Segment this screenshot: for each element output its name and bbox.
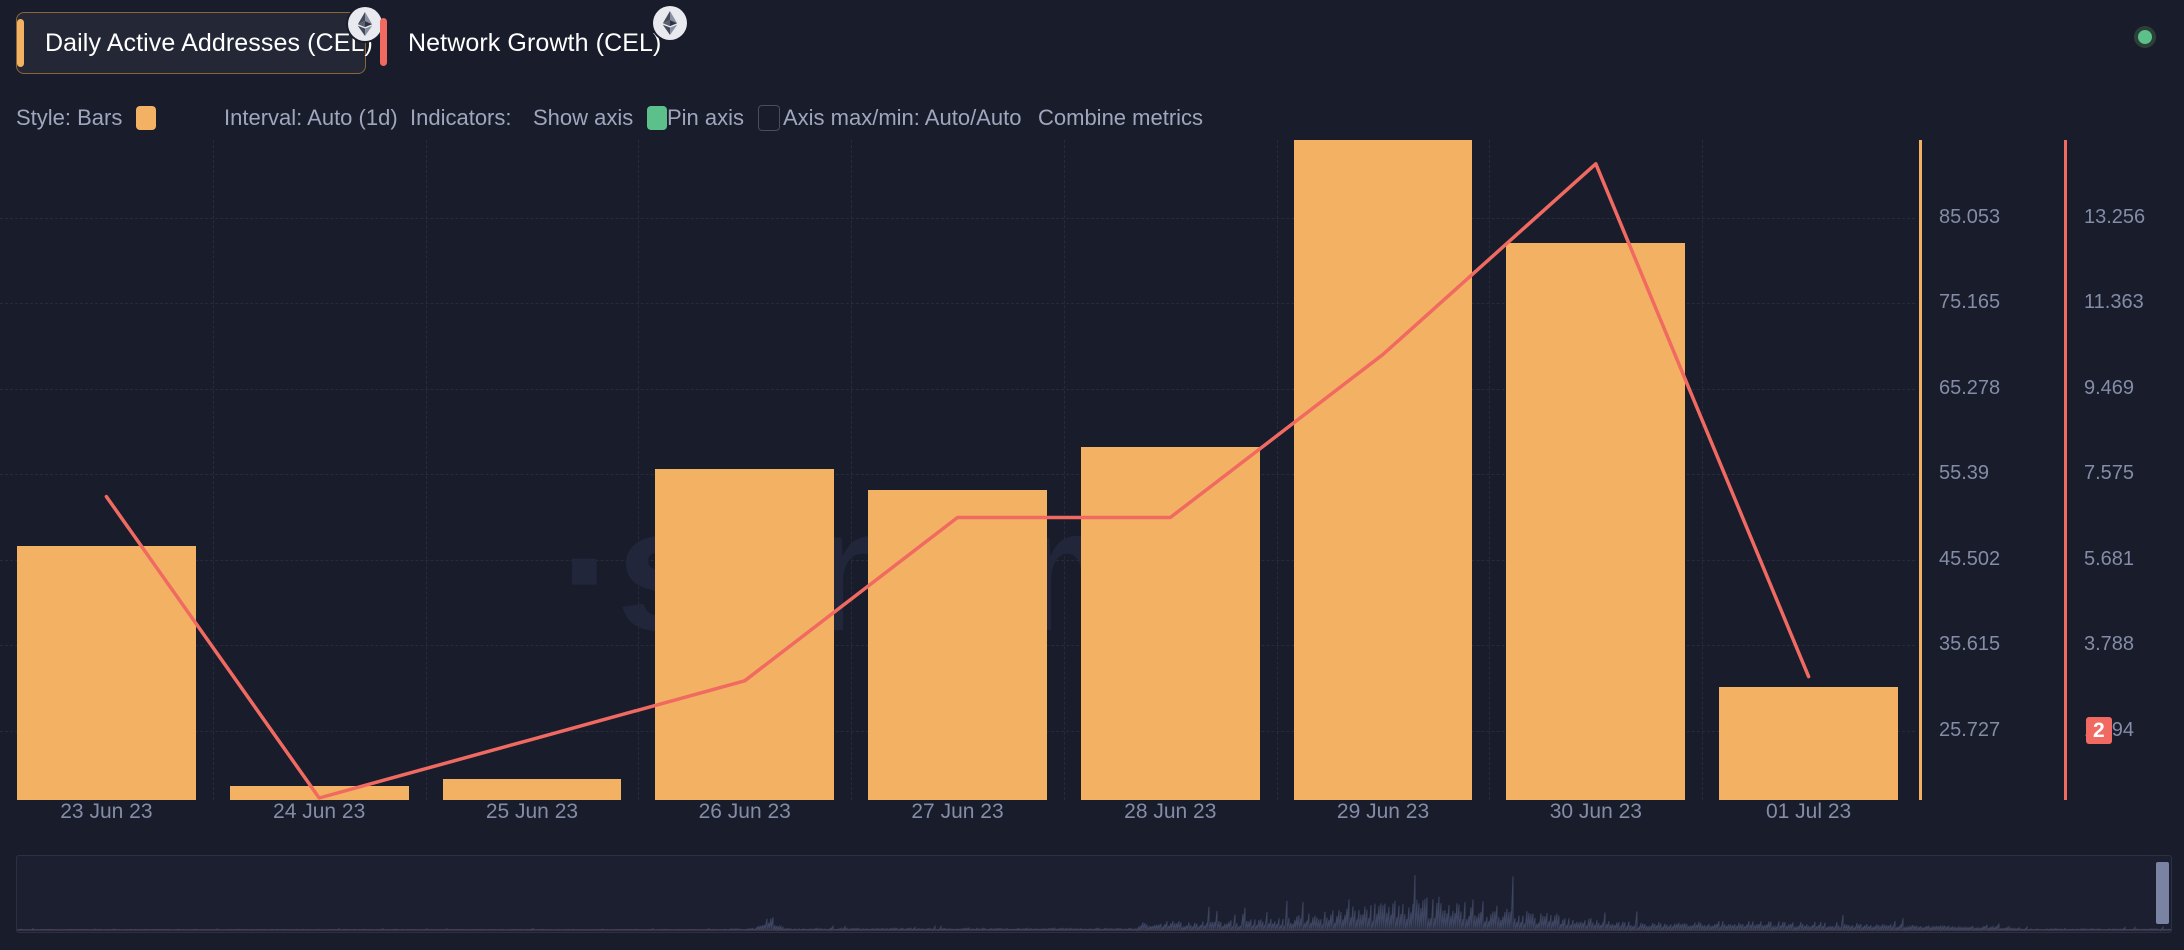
x-axis-tick-label: 24 Jun 23 bbox=[273, 800, 365, 824]
axis-tick-label: 55.39 bbox=[1939, 462, 1989, 485]
control-style[interactable]: Style: Bars bbox=[16, 96, 156, 140]
control-interval-label: Interval: Auto (1d) bbox=[224, 105, 398, 131]
status-dot-core bbox=[2138, 30, 2152, 44]
axis-tick-label: 94.94 bbox=[1939, 140, 1989, 143]
metric-tab-label: Daily Active Addresses (CEL) bbox=[17, 29, 373, 58]
x-axis-tick-label: 27 Jun 23 bbox=[911, 800, 1003, 824]
ethereum-icon bbox=[348, 7, 382, 41]
range-navigator[interactable] bbox=[16, 855, 2172, 933]
metric-tab-network-growth[interactable]: Network Growth (CEL) bbox=[380, 12, 670, 74]
axis-tick-label: 65.278 bbox=[1939, 377, 2000, 400]
control-combine-metrics-label: Combine metrics bbox=[1038, 105, 1203, 131]
control-show-axis-label: Show axis bbox=[533, 105, 633, 131]
current-value-badge-network-growth: 2 bbox=[2086, 717, 2112, 744]
x-axis-tick-label: 25 Jun 23 bbox=[486, 800, 578, 824]
x-axis-tick-label: 30 Jun 23 bbox=[1550, 800, 1642, 824]
x-axis-tick-label: 28 Jun 23 bbox=[1124, 800, 1216, 824]
control-axis-range[interactable]: Axis max/min: Auto/Auto bbox=[783, 96, 1021, 140]
control-combine-metrics[interactable]: Combine metrics bbox=[1038, 96, 1203, 140]
control-indicators-label: Indicators: bbox=[410, 105, 512, 131]
online-status-dot bbox=[2134, 26, 2156, 48]
metric-tab-label: Network Growth (CEL) bbox=[380, 29, 661, 58]
control-axis-range-label: Axis max/min: Auto/Auto bbox=[783, 105, 1021, 131]
control-interval[interactable]: Interval: Auto (1d) bbox=[224, 96, 398, 140]
axis-tick-label: 11.363 bbox=[2084, 291, 2144, 314]
navigator-history-path bbox=[17, 875, 2171, 930]
axis-tick-label: 9.469 bbox=[2084, 377, 2134, 400]
x-axis-tick-label: 29 Jun 23 bbox=[1337, 800, 1429, 824]
show-axis-toggle-swatch[interactable] bbox=[647, 106, 667, 130]
metric-tab-bar: Daily Active Addresses (CEL) Network Gro… bbox=[0, 0, 2184, 78]
axis-tick-label: 13.256 bbox=[2084, 206, 2145, 229]
metric-color-accent bbox=[17, 19, 24, 67]
control-show-axis[interactable]: Show axis bbox=[533, 96, 667, 140]
control-pin-axis-label: Pin axis bbox=[667, 105, 744, 131]
axis-tick-label: 15.15 bbox=[2084, 140, 2134, 143]
ethereum-icon bbox=[653, 6, 687, 40]
metric-color-accent bbox=[380, 18, 387, 66]
chart-controls-bar: Style: Bars Interval: Auto (1d) Indicato… bbox=[0, 96, 2184, 140]
axis-tick-label: 75.165 bbox=[1939, 291, 2000, 314]
pin-axis-checkbox[interactable] bbox=[758, 105, 780, 131]
x-axis-tick-label: 26 Jun 23 bbox=[699, 800, 791, 824]
control-style-label: Style: Bars bbox=[16, 105, 122, 131]
right-metric-axis-line bbox=[2064, 140, 2067, 800]
range-selector-handle[interactable] bbox=[2156, 862, 2169, 924]
axis-tick-label: 45.502 bbox=[1939, 548, 2000, 571]
x-axis-tick-label: 23 Jun 23 bbox=[60, 800, 152, 824]
control-indicators[interactable]: Indicators: bbox=[410, 96, 512, 140]
chart-plot-area[interactable]: ·santime 94.9485.05375.16565.27855.3945.… bbox=[0, 140, 2184, 800]
line-series-network-growth bbox=[0, 140, 2184, 800]
x-axis-tick-label: 01 Jul 23 bbox=[1766, 800, 1851, 824]
control-pin-axis[interactable]: Pin axis bbox=[667, 96, 780, 140]
axis-tick-label: 3.788 bbox=[2084, 633, 2134, 656]
axis-tick-label: 35.615 bbox=[1939, 633, 2000, 656]
axis-tick-label: 25.727 bbox=[1939, 719, 2000, 742]
axis-tick-label: 7.575 bbox=[2084, 462, 2134, 485]
metric-tab-daily-active-addresses[interactable]: Daily Active Addresses (CEL) bbox=[16, 12, 366, 74]
x-axis-labels: 23 Jun 23 24 Jun 23 25 Jun 23 26 Jun 23 27 J… bbox=[0, 800, 2184, 836]
navigator-sparkline bbox=[17, 856, 2172, 933]
axis-tick-label: 85.053 bbox=[1939, 206, 2000, 229]
style-color-swatch[interactable] bbox=[136, 106, 156, 130]
left-metric-axis-line bbox=[1919, 140, 1922, 800]
chart-app: Daily Active Addresses (CEL) Network Gro… bbox=[0, 0, 2184, 950]
axis-tick-label: 5.681 bbox=[2084, 548, 2134, 571]
